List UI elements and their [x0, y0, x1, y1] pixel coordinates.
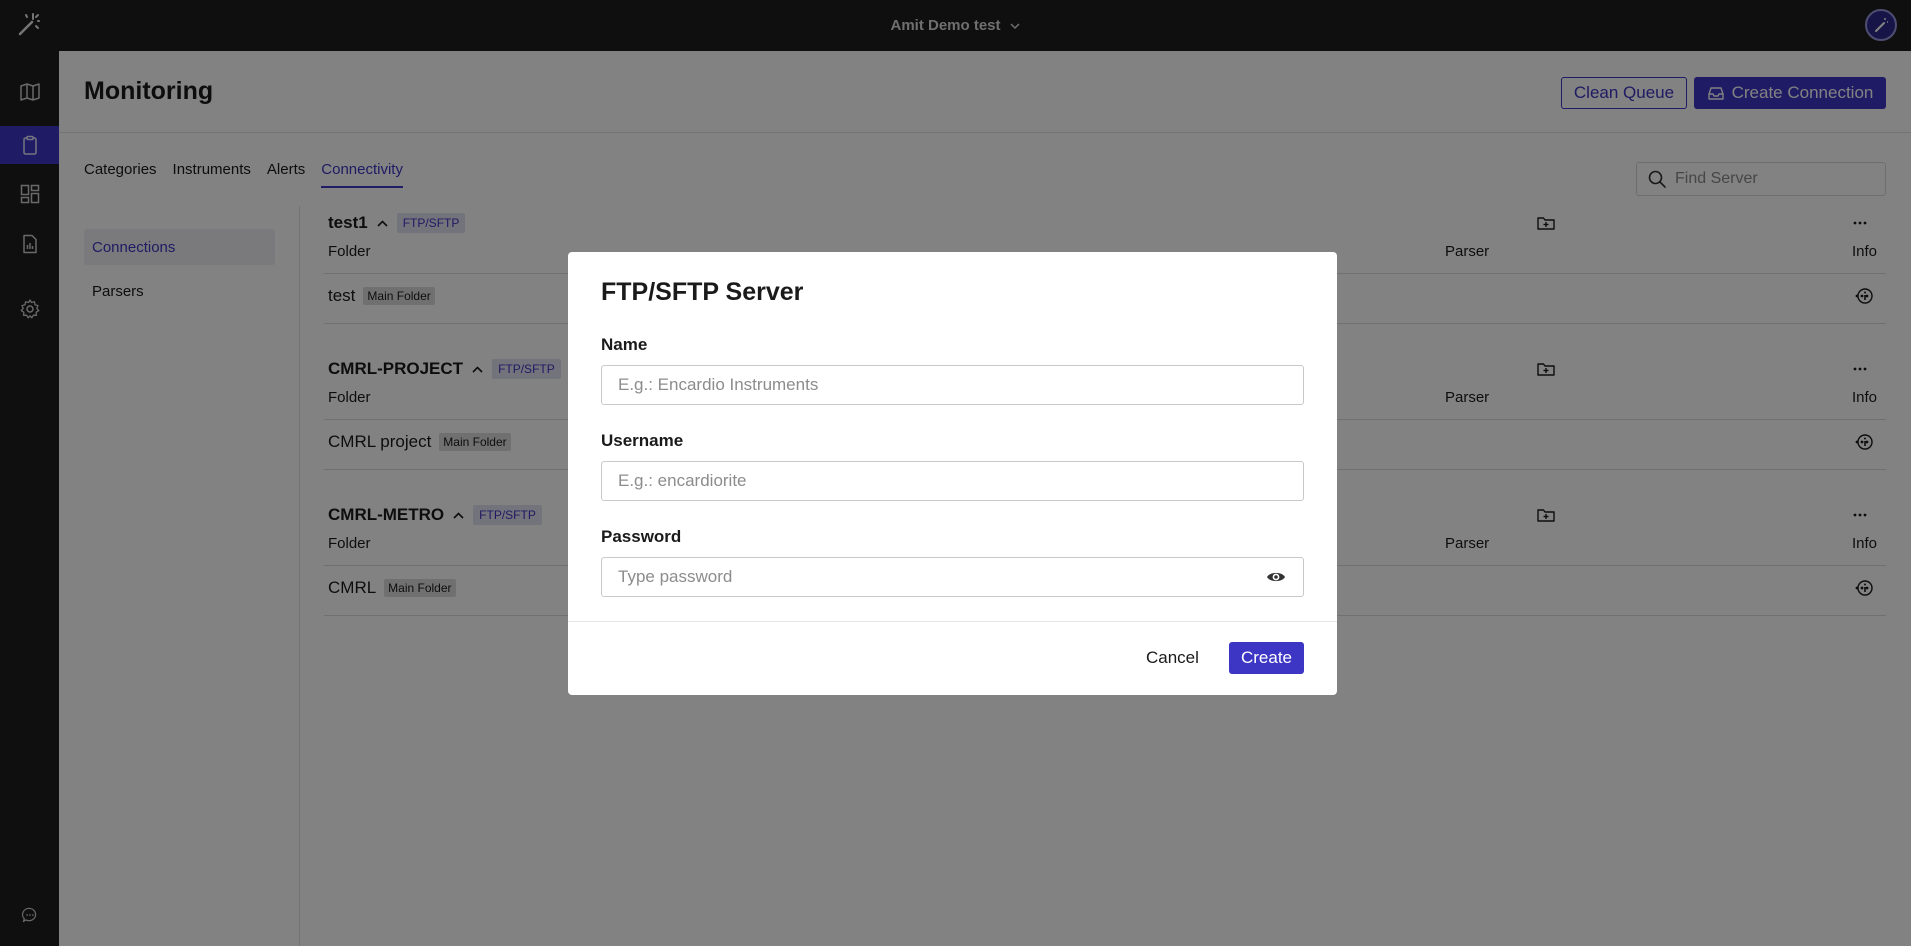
cancel-button[interactable]: Cancel	[1146, 642, 1199, 674]
dialog-footer-divider	[568, 621, 1337, 622]
password-field[interactable]	[601, 557, 1304, 597]
dialog-title: FTP/SFTP Server	[601, 278, 804, 306]
username-field[interactable]	[601, 461, 1304, 501]
ftp-server-dialog: FTP/SFTP Server Name Username Password C…	[568, 252, 1337, 695]
password-label: Password	[601, 527, 682, 546]
password-input[interactable]	[618, 567, 1265, 587]
name-field[interactable]	[601, 365, 1304, 405]
name-input[interactable]	[618, 375, 1287, 395]
show-password-icon[interactable]	[1265, 566, 1287, 588]
create-button[interactable]: Create	[1229, 642, 1304, 674]
name-label: Name	[601, 335, 648, 354]
username-label: Username	[601, 431, 684, 450]
username-input[interactable]	[618, 471, 1287, 491]
